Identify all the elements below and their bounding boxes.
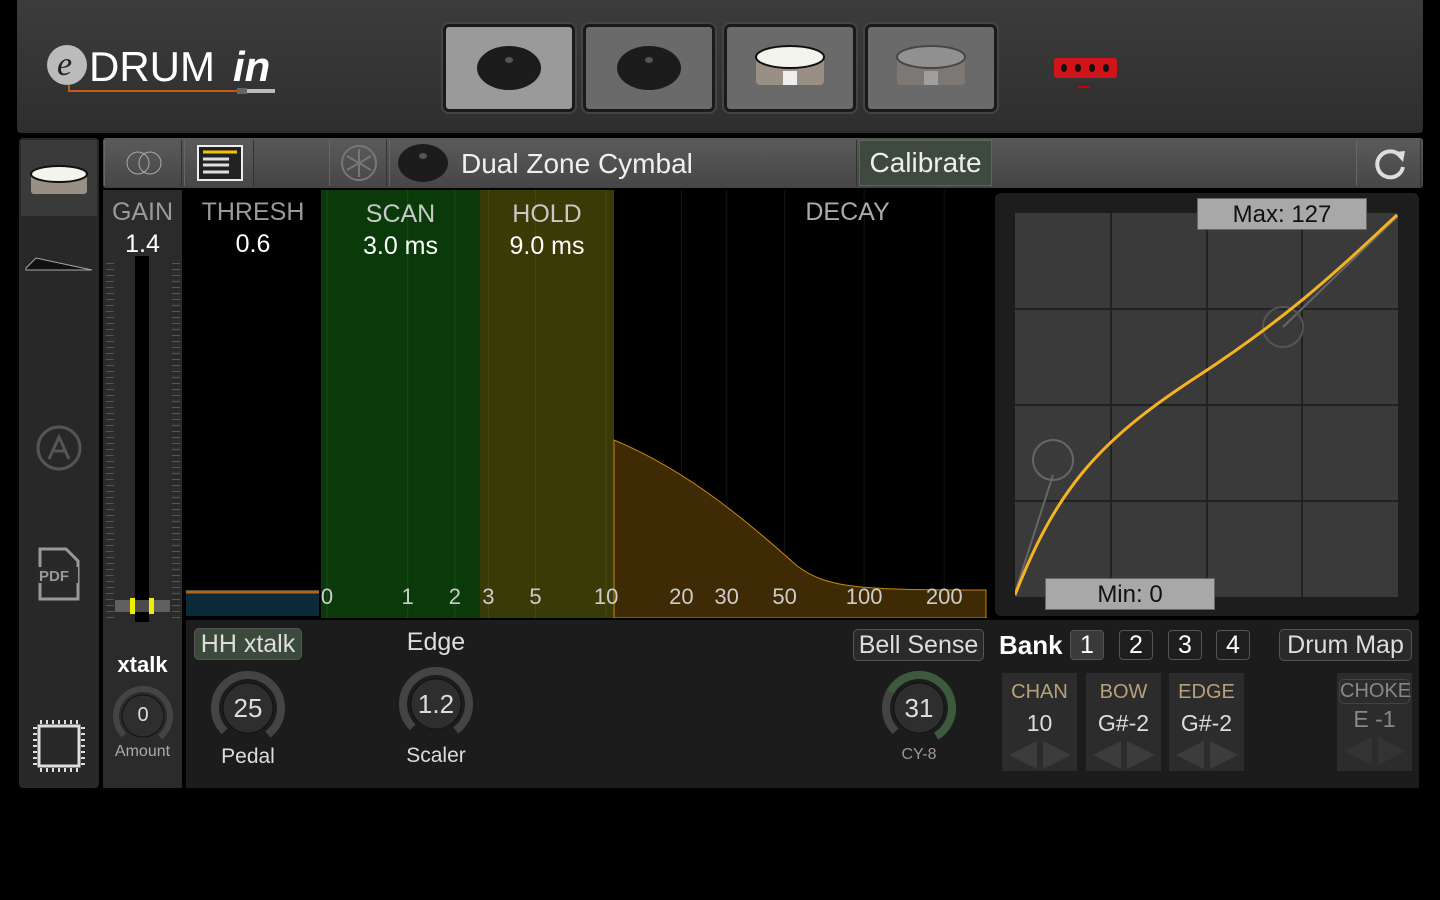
gain-value: 1.4 [125, 230, 160, 258]
bell-sense-knob[interactable]: 31 [881, 670, 957, 746]
gain-slider-track[interactable] [135, 256, 149, 622]
pad-type-selector[interactable]: Dual Zone Cymbal [389, 140, 857, 186]
xtalk-amount-knob[interactable]: 0 [113, 686, 173, 746]
pad-button-cymbal-2[interactable] [583, 24, 715, 112]
decay-tick-label: 0 [320, 584, 334, 609]
choke-decrement[interactable] [1343, 737, 1372, 765]
sidebar-item-pads[interactable] [21, 140, 97, 216]
bow-increment[interactable] [1126, 741, 1155, 769]
midi-edge-cell: EDGE G#-2 [1169, 673, 1244, 771]
hh-pedal-value: 25 [233, 693, 263, 723]
svg-text:in: in [233, 43, 270, 90]
bank-button-2[interactable]: 2 [1119, 630, 1153, 660]
hh-pedal-knob[interactable]: 25 [210, 670, 286, 746]
list-icon [197, 145, 243, 181]
pdf-icon: PDF [36, 547, 80, 601]
hold-label: HOLD [512, 200, 582, 228]
hh-xtalk-button[interactable]: HH xtalk [194, 628, 302, 660]
thresh-value: 0.6 [235, 230, 271, 258]
decay-tick-label: 50 [772, 584, 797, 609]
bank-button-3[interactable]: 3 [1168, 630, 1202, 660]
gain-slider-handle[interactable] [115, 598, 170, 614]
bow-decrement[interactable] [1092, 741, 1121, 769]
sidebar-item-pdf[interactable]: PDF [36, 545, 82, 608]
sidebar-item-auto[interactable] [36, 425, 82, 476]
pedal-icon [25, 257, 93, 271]
edge-increment[interactable] [1209, 741, 1238, 769]
chan-decrement[interactable] [1008, 741, 1037, 769]
chan-value: 10 [1026, 710, 1053, 736]
hh-pedal-label: Pedal [221, 745, 275, 768]
cymbal-icon [398, 144, 448, 182]
svg-text:e: e [57, 46, 72, 83]
thresh-label: THRESH [201, 198, 305, 226]
bow-value: G#-2 [1097, 710, 1150, 736]
edge-label: Edge [406, 628, 466, 656]
xtalk-amount-label: Amount [114, 743, 171, 760]
scan-value[interactable]: 3.0 ms [321, 232, 480, 261]
bell-sense-button[interactable]: Bell Sense [853, 629, 984, 661]
list-view-button[interactable] [184, 140, 254, 186]
drum-icon [30, 165, 88, 194]
bank-button-4[interactable]: 4 [1216, 630, 1250, 660]
decay-tick-label: 200 [925, 584, 963, 609]
auto-icon [36, 425, 82, 471]
dual-zone-toggle[interactable] [104, 140, 182, 186]
midi-choke-cell: CHOKE E -1 [1337, 673, 1412, 771]
max-label[interactable]: Max: 127 [1197, 198, 1367, 230]
sidebar-item-hardware[interactable] [31, 718, 87, 779]
choke-button[interactable]: CHOKE [1339, 679, 1411, 704]
edrumin-device-icon[interactable] [1054, 56, 1118, 95]
edge-note-label: EDGE [1178, 681, 1235, 703]
sidebar-item-hihat-pedal[interactable] [24, 250, 94, 279]
velocity-curve[interactable] [1015, 213, 1398, 597]
linked-circles-icon [126, 151, 162, 175]
drum-icon [755, 45, 825, 85]
drum-map-button[interactable]: Drum Map [1279, 629, 1412, 661]
decay-tick-label: 100 [845, 584, 883, 609]
cymbal-icon [617, 46, 681, 90]
yamaha-icon [341, 145, 377, 181]
bell-sense-model: CY-8 [901, 746, 937, 763]
decay-label: DECAY [805, 198, 890, 226]
gain-label: GAIN [111, 198, 174, 226]
calibrate-button[interactable]: Calibrate [859, 140, 992, 186]
edge-scaler-value: 1.2 [417, 689, 455, 719]
chan-label: CHAN [1011, 681, 1068, 703]
bell-sense-value: 31 [904, 693, 934, 723]
pad-button-drum-1[interactable] [724, 24, 856, 112]
xtalk-amount-value: 0 [137, 704, 149, 726]
edge-decrement[interactable] [1175, 741, 1204, 769]
min-label[interactable]: Min: 0 [1045, 578, 1215, 610]
refresh-icon [1375, 149, 1405, 180]
bank-label: Bank [999, 630, 1063, 660]
refresh-button[interactable] [1356, 140, 1421, 186]
edge-scaler-knob[interactable]: 1.2 [398, 666, 474, 742]
edge-scaler-label: Scaler [406, 744, 466, 767]
svg-text:DRUM: DRUM [89, 43, 215, 90]
bow-label: BOW [1099, 681, 1148, 703]
hold-value[interactable]: 9.0 ms [480, 232, 614, 261]
choke-increment[interactable] [1377, 737, 1406, 765]
yamaha-button[interactable] [329, 140, 387, 186]
pad-button-cymbal-1[interactable] [443, 24, 575, 112]
xtalk-label: xtalk [117, 652, 168, 677]
svg-text:PDF: PDF [39, 568, 69, 585]
chan-increment[interactable] [1042, 741, 1071, 769]
pad-type-name: Dual Zone Cymbal [461, 148, 693, 179]
edge-note-value: G#-2 [1180, 710, 1233, 736]
bank-button-1[interactable]: 1 [1070, 630, 1104, 660]
midi-chan-cell: CHAN 10 [1002, 673, 1077, 771]
pad-button-drum-2[interactable] [865, 24, 997, 112]
scan-label: SCAN [365, 200, 436, 228]
chip-icon [33, 720, 85, 772]
decay-tick-label: 10 [593, 584, 619, 609]
decay-tick-label: 5 [529, 584, 542, 609]
midi-bow-cell: BOW G#-2 [1086, 673, 1161, 771]
choke-value: E -1 [1353, 706, 1396, 732]
decay-tick-label: 30 [714, 584, 739, 609]
drum-icon [896, 45, 966, 85]
cymbal-icon [477, 46, 541, 90]
edrumin-logo: e DRUM in [45, 40, 285, 100]
